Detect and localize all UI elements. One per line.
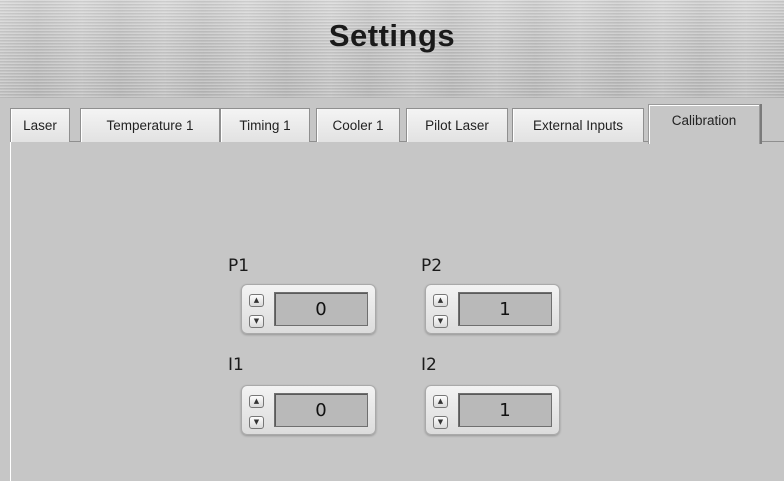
triangle-up-icon[interactable]: ▲ (433, 294, 448, 307)
p2-numeric-control: ▲ ▼ 1 (425, 284, 560, 334)
tab-calibration[interactable]: Calibration (648, 104, 760, 144)
p2-value-field[interactable]: 1 (458, 292, 552, 326)
i2-label: I2 (421, 355, 437, 375)
triangle-down-icon[interactable]: ▼ (249, 315, 264, 328)
triangle-down-icon[interactable]: ▼ (433, 315, 448, 328)
tab-bar: Laser Temperature 1 Timing 1 Cooler 1 Pi… (10, 104, 784, 144)
i2-numeric-control: ▲ ▼ 1 (425, 385, 560, 435)
i2-value-field[interactable]: 1 (458, 393, 552, 427)
triangle-down-icon[interactable]: ▼ (433, 416, 448, 429)
tab-laser[interactable]: Laser (10, 108, 70, 142)
triangle-up-icon[interactable]: ▲ (249, 395, 264, 408)
tab-temperature-1[interactable]: Temperature 1 (80, 108, 220, 142)
tab-timing-1[interactable]: Timing 1 (220, 108, 310, 142)
i1-value-field[interactable]: 0 (274, 393, 368, 427)
calibration-panel (10, 142, 784, 481)
p1-numeric-control: ▲ ▼ 0 (241, 284, 376, 334)
page-title: Settings (328, 18, 456, 53)
triangle-up-icon[interactable]: ▲ (249, 294, 264, 307)
tab-pilot-laser[interactable]: Pilot Laser (406, 108, 508, 142)
settings-window: Settings Laser Temperature 1 Timing 1 Co… (0, 0, 784, 481)
triangle-up-icon[interactable]: ▲ (433, 395, 448, 408)
i1-numeric-control: ▲ ▼ 0 (241, 385, 376, 435)
title-band: Settings (0, 0, 784, 98)
i1-label: I1 (228, 355, 244, 375)
p1-value-field[interactable]: 0 (274, 292, 368, 326)
tab-external-inputs[interactable]: External Inputs (512, 108, 644, 142)
p1-label: P1 (228, 256, 250, 276)
tab-cooler-1[interactable]: Cooler 1 (316, 108, 400, 142)
triangle-down-icon[interactable]: ▼ (249, 416, 264, 429)
p2-label: P2 (421, 256, 443, 276)
